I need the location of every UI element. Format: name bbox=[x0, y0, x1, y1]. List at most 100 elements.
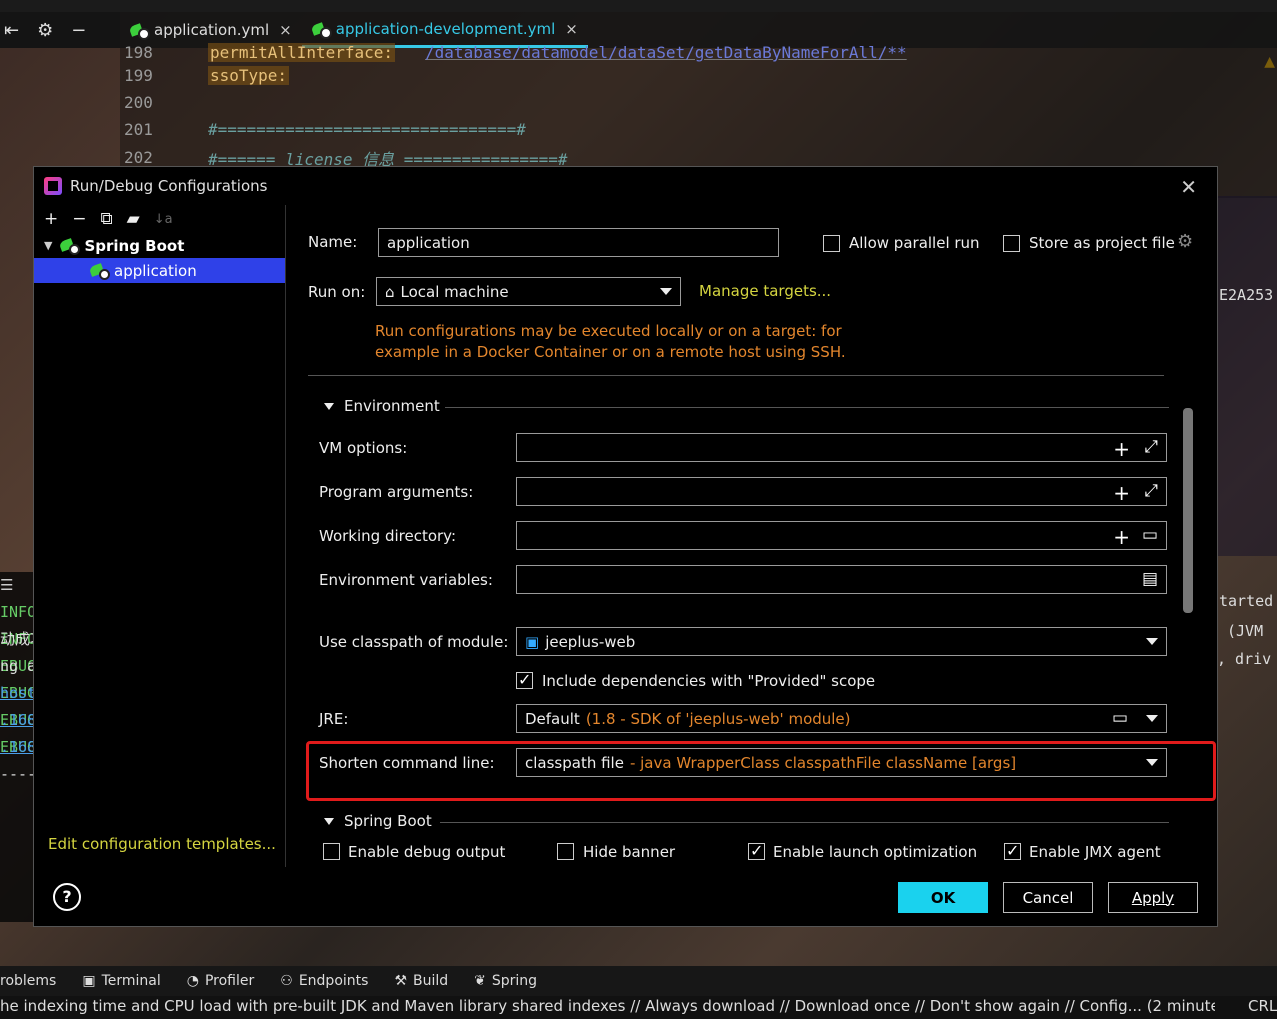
tab-close-icon[interactable]: × bbox=[565, 20, 578, 38]
program-arguments-label: Program arguments: bbox=[319, 483, 474, 501]
endpoints-icon: ⚇ bbox=[280, 973, 293, 989]
gear-icon[interactable]: ⚙ bbox=[37, 20, 53, 41]
chevron-down-icon bbox=[1146, 638, 1158, 645]
expand-icon[interactable]: ⤢ bbox=[1144, 437, 1158, 457]
vm-options-label: VM options: bbox=[319, 439, 408, 457]
close-icon[interactable]: ✕ bbox=[1180, 175, 1197, 199]
hide-banner-checkbox[interactable] bbox=[557, 843, 574, 860]
environment-label: Environment bbox=[344, 397, 440, 415]
log-fragment: ---- bbox=[0, 765, 34, 783]
tool-profiler[interactable]: ◔ Profiler bbox=[187, 973, 255, 989]
tree-group-spring-boot[interactable]: ▼ Spring Boot bbox=[34, 233, 285, 258]
chevron-down-icon[interactable]: ▼ bbox=[44, 239, 52, 252]
store-project-label: Store as project file bbox=[1029, 234, 1175, 252]
scroll-area-top-edge bbox=[308, 375, 1164, 376]
section-divider bbox=[445, 407, 1169, 408]
edit-templates-link[interactable]: Edit configuration templates... bbox=[48, 835, 276, 853]
cancel-button[interactable]: Cancel bbox=[1003, 882, 1093, 913]
run-on-dropdown[interactable]: ⌂ Local machine bbox=[376, 277, 681, 306]
program-arguments-field[interactable]: + ⤢ bbox=[516, 477, 1167, 506]
remove-icon[interactable]: − bbox=[72, 209, 86, 229]
launch-optimization-label: Enable launch optimization bbox=[773, 843, 978, 861]
run-on-hint-line2: example in a Docker Container or on a re… bbox=[375, 343, 846, 361]
folder-icon[interactable]: ▭ bbox=[1112, 708, 1128, 728]
manage-targets-link[interactable]: Manage targets... bbox=[699, 282, 831, 300]
copy-icon[interactable]: ⧉ bbox=[101, 209, 113, 229]
classpath-module-value: jeeplus-web bbox=[545, 632, 636, 651]
configurations-tree-panel: + − ⧉ ▰ ↓a ▼ Spring Boot application bbox=[34, 205, 286, 867]
expand-icon[interactable]: ⤢ bbox=[1144, 481, 1158, 501]
tool-label: Terminal bbox=[101, 973, 161, 989]
include-provided-checkbox[interactable] bbox=[516, 670, 533, 689]
ok-button[interactable]: OK bbox=[898, 882, 988, 913]
module-icon: ▣ bbox=[525, 632, 540, 651]
folder-icon[interactable]: ▭ bbox=[1142, 525, 1158, 545]
run-on-hint-line1: Run configurations may be executed local… bbox=[375, 322, 842, 340]
console-menu-icon[interactable]: ☰ bbox=[0, 572, 34, 599]
add-icon[interactable]: + bbox=[1113, 437, 1130, 461]
dialog-button-bar: ? OK Cancel Apply bbox=[34, 867, 1217, 927]
document-icon[interactable]: ▤ bbox=[1142, 569, 1158, 589]
yaml-key: permitAllInterface: bbox=[208, 43, 396, 62]
log-fragment: E2A253 bbox=[1219, 286, 1274, 304]
add-icon[interactable]: + bbox=[44, 209, 58, 229]
add-icon[interactable]: + bbox=[1113, 481, 1130, 505]
apply-button[interactable]: Apply bbox=[1108, 882, 1198, 913]
store-project-checkbox[interactable] bbox=[1003, 235, 1020, 252]
allow-parallel-checkbox[interactable] bbox=[823, 235, 840, 252]
log-link[interactable]: .168 bbox=[0, 734, 34, 761]
yaml-key: ssoType: bbox=[208, 66, 290, 85]
allow-parallel-label: Allow parallel run bbox=[849, 234, 980, 252]
collapse-icon[interactable]: ⇤ bbox=[4, 20, 19, 41]
launch-optimization-checkbox[interactable] bbox=[748, 841, 765, 860]
minimize-icon[interactable]: − bbox=[71, 20, 86, 41]
log-link[interactable]: .168 bbox=[0, 707, 34, 734]
status-message[interactable]: he indexing time and CPU load with pre-b… bbox=[0, 997, 1215, 1015]
tool-problems[interactable]: roblems bbox=[0, 973, 56, 989]
line-number: 199 bbox=[124, 66, 153, 85]
new-folder-icon[interactable]: ▰ bbox=[127, 209, 140, 229]
gear-icon[interactable]: ⚙ bbox=[1177, 231, 1193, 252]
tool-label: Build bbox=[413, 973, 449, 989]
tool-spring[interactable]: ❦ Spring bbox=[474, 973, 537, 989]
line-number: 198 bbox=[124, 43, 153, 62]
tool-label: roblems bbox=[0, 973, 57, 989]
chevron-down-icon bbox=[324, 402, 334, 410]
tree-item-application[interactable]: application bbox=[34, 258, 285, 283]
vm-options-field[interactable]: + ⤢ bbox=[516, 433, 1167, 462]
environment-variables-field[interactable]: ▤ bbox=[516, 565, 1167, 594]
tool-label: Profiler bbox=[204, 973, 255, 989]
chevron-down-icon[interactable] bbox=[1146, 715, 1158, 722]
tool-endpoints[interactable]: ⚇ Endpoints bbox=[280, 973, 368, 989]
help-button[interactable]: ? bbox=[53, 883, 81, 911]
debug-output-checkbox[interactable] bbox=[323, 843, 340, 860]
environment-section-header[interactable]: Environment bbox=[324, 397, 440, 415]
jre-dropdown[interactable]: Default (1.8 - SDK of 'jeeplus-web' modu… bbox=[516, 704, 1167, 733]
tool-terminal[interactable]: ▣ Terminal bbox=[82, 973, 160, 989]
classpath-module-label: Use classpath of module: bbox=[319, 633, 509, 651]
home-icon: ⌂ bbox=[385, 282, 395, 301]
line-number: 201 bbox=[124, 120, 153, 139]
line-number: 202 bbox=[124, 148, 153, 167]
form-scrollbar[interactable] bbox=[1183, 408, 1193, 613]
log-fragment: 动成功 bbox=[0, 630, 34, 648]
jmx-agent-checkbox[interactable] bbox=[1004, 841, 1021, 860]
working-directory-field[interactable]: + ▭ bbox=[516, 521, 1167, 550]
chevron-down-icon bbox=[324, 817, 334, 825]
name-field[interactable]: application bbox=[378, 228, 779, 257]
line-separator-indicator[interactable]: CRL bbox=[1248, 997, 1277, 1015]
jre-detail: (1.8 - SDK of 'jeeplus-web' module) bbox=[585, 709, 851, 728]
log-fragment: ng a bbox=[0, 657, 34, 675]
classpath-module-dropdown[interactable]: ▣ jeeplus-web bbox=[516, 627, 1167, 656]
log-link[interactable]: host bbox=[0, 680, 34, 707]
intellij-logo-icon bbox=[44, 177, 62, 195]
log-fragment: (JVM bbox=[1227, 622, 1264, 640]
spring-boot-icon bbox=[90, 263, 110, 280]
spring-boot-section-header[interactable]: Spring Boot bbox=[324, 812, 432, 830]
tool-build[interactable]: ⚒ Build bbox=[394, 973, 448, 989]
add-icon[interactable]: + bbox=[1113, 525, 1130, 549]
tab-close-icon[interactable]: × bbox=[279, 21, 292, 39]
tree-group-label: Spring Boot bbox=[84, 236, 185, 255]
code-line: 199 ssoType: bbox=[120, 62, 290, 89]
sort-icon[interactable]: ↓a bbox=[154, 212, 173, 227]
